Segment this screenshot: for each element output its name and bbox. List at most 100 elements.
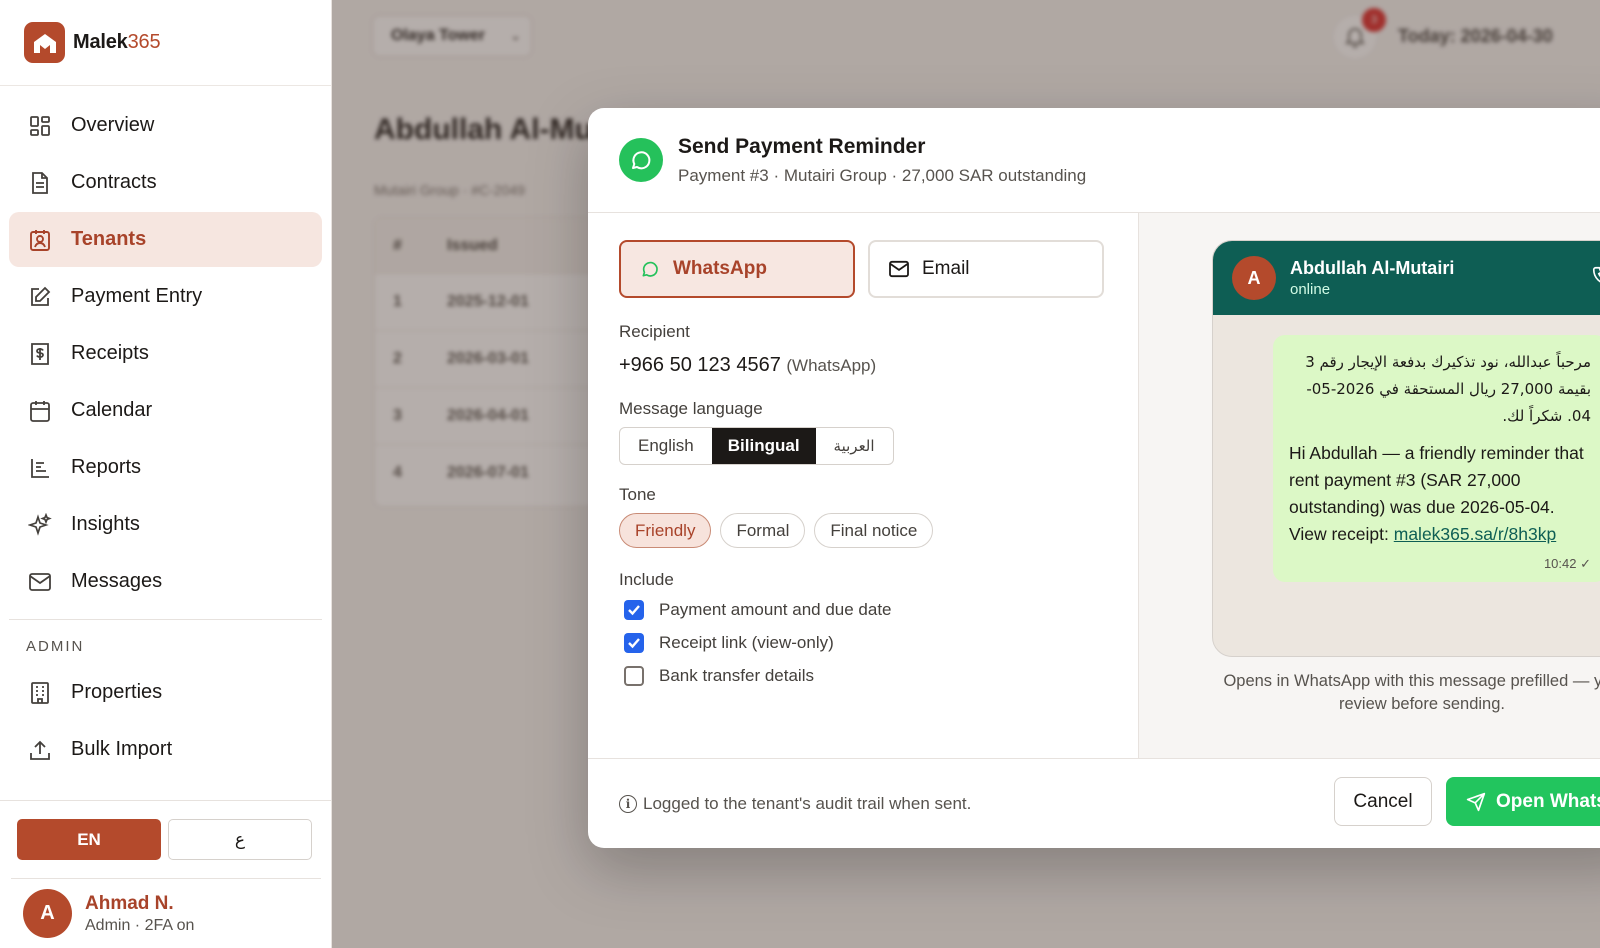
user-name: Ahmad N. <box>85 892 174 914</box>
lang-en-button[interactable]: EN <box>17 819 161 860</box>
message-english: Hi Abdullah — a friendly reminder that r… <box>1289 440 1591 548</box>
edit-icon <box>27 284 53 310</box>
sidebar-item-reports[interactable]: Reports <box>9 440 322 495</box>
grid-icon <box>27 113 53 139</box>
brand-name-accent: 365 <box>127 31 161 53</box>
whatsapp-icon <box>639 258 661 280</box>
checkbox-label: Payment amount and due date <box>659 600 892 619</box>
sidebar-item-tenants[interactable]: Tenants <box>9 212 322 267</box>
sidebar-item-label: Messages <box>71 570 163 592</box>
upload-icon <box>27 737 53 763</box>
checkbox-label: Receipt link (view-only) <box>659 633 834 652</box>
sidebar-item-contracts[interactable]: Contracts <box>9 155 322 210</box>
sidebar-item-messages[interactable]: Messages <box>9 554 322 609</box>
whatsapp-preview: A Abdullah Al-Mutairi online مرحباً عبدا… <box>1212 240 1600 657</box>
modal-title: Send Payment Reminder <box>678 134 926 158</box>
contact-name: Abdullah Al-Mutairi <box>1290 258 1455 278</box>
house-logo-icon <box>24 22 65 63</box>
sidebar-item-label: Insights <box>71 513 140 535</box>
sidebar-item-properties[interactable]: Properties <box>9 665 322 720</box>
sidebar-item-label: Tenants <box>71 228 147 250</box>
channel-label: Email <box>922 258 970 279</box>
sparkles-icon <box>27 512 53 538</box>
message-time: 10:42 ✓ <box>1543 556 1591 571</box>
language-option-bilingual[interactable]: Bilingual <box>711 428 816 464</box>
checkbox-unchecked-icon[interactable] <box>624 666 644 686</box>
sidebar-item-label: Calendar <box>71 399 153 421</box>
nav-divider <box>9 619 322 620</box>
sidebar-item-calendar[interactable]: Calendar <box>9 383 322 438</box>
document-icon <box>27 170 53 196</box>
send-reminder-modal: Send Payment Reminder Payment #3 · Mutai… <box>588 108 1600 848</box>
tone-option-formal[interactable]: Formal <box>720 513 806 548</box>
phone-icon <box>1591 265 1600 292</box>
cancel-button[interactable]: Cancel <box>1334 777 1432 826</box>
sidebar-item-bulk-import[interactable]: Bulk Import <box>9 722 322 777</box>
sidebar-item-overview[interactable]: Overview <box>9 98 322 153</box>
calendar-icon <box>27 398 53 424</box>
admin-nav: Properties Bulk Import <box>0 665 331 777</box>
avatar: A <box>23 889 72 938</box>
modal-header: Send Payment Reminder Payment #3 · Mutai… <box>588 108 1600 213</box>
include-label: Include <box>619 570 674 589</box>
recipient-label: Recipient <box>619 322 690 341</box>
id-badge-icon <box>27 227 53 253</box>
modal-footer: i Logged to the tenant's audit trail whe… <box>588 758 1600 848</box>
channel-email-button[interactable]: Email <box>868 240 1104 298</box>
sidebar-item-payment-entry[interactable]: Payment Entry <box>9 269 322 324</box>
sidebar-item-label: Properties <box>71 681 163 703</box>
checkbox-checked-icon[interactable] <box>624 600 644 620</box>
message-arabic: مرحباً عبدالله، نود تذكيرك بدفعة الإيجار… <box>1305 353 1591 425</box>
language-option-arabic[interactable]: العربية <box>816 428 893 464</box>
audit-note: i Logged to the tenant's audit trail whe… <box>619 794 971 814</box>
lang-ar-button[interactable]: ع <box>168 819 312 860</box>
bar-chart-icon <box>27 455 53 481</box>
brand-name: Malek365 <box>73 31 161 54</box>
include-payment-amount[interactable]: Payment amount and due date <box>619 600 1107 620</box>
brand[interactable]: Malek365 <box>0 0 331 86</box>
message-bubble: مرحباً عبدالله، نود تذكيرك بدفعة الإيجار… <box>1273 335 1600 582</box>
chat-header: A Abdullah Al-Mutairi online <box>1213 241 1600 315</box>
user-profile[interactable]: A Ahmad N. Admin · 2FA on <box>0 879 332 938</box>
checkbox-label: Bank transfer details <box>659 666 814 685</box>
modal-body: WhatsApp Email Recipient +966 50 123 456… <box>588 213 1600 758</box>
tone-selector: Friendly Formal Final notice <box>619 513 1107 548</box>
brand-name-main: Malek <box>73 31 128 53</box>
mail-icon <box>888 258 910 280</box>
sidebar-item-label: Reports <box>71 456 142 478</box>
sidebar-item-label: Receipts <box>71 342 149 364</box>
preview-note: Opens in WhatsApp with this message pref… <box>1223 672 1600 713</box>
contact-avatar: A <box>1232 256 1276 300</box>
include-options: Payment amount and due date Receipt link… <box>619 600 1107 686</box>
message-preview-pane: A Abdullah Al-Mutairi online مرحباً عبدا… <box>1138 213 1600 758</box>
sidebar-item-insights[interactable]: Insights <box>9 497 322 552</box>
whatsapp-icon <box>619 138 663 182</box>
admin-section-label: ADMIN <box>26 638 85 655</box>
checkbox-checked-icon[interactable] <box>624 633 644 653</box>
language-segmented-control: English Bilingual العربية <box>619 427 894 465</box>
main-nav: Overview Contracts Tenants Payment Entry… <box>0 86 331 609</box>
channel-whatsapp-button[interactable]: WhatsApp <box>619 240 855 298</box>
modal-subtitle: Payment #3 · Mutairi Group · 27,000 SAR … <box>678 165 1087 185</box>
sidebar-item-receipts[interactable]: Receipts <box>9 326 322 381</box>
include-bank-details[interactable]: Bank transfer details <box>619 666 1107 686</box>
recipient-phone: +966 50 123 4567 <box>619 354 781 376</box>
open-whatsapp-button[interactable]: Open WhatsApp <box>1446 777 1600 826</box>
user-role: Admin · 2FA on <box>85 916 195 934</box>
tone-option-friendly[interactable]: Friendly <box>619 513 712 548</box>
receipt-link[interactable]: malek365.sa/r/8h3kp <box>1394 524 1556 544</box>
include-receipt-link[interactable]: Receipt link (view-only) <box>619 633 1107 653</box>
channel-label: WhatsApp <box>673 258 767 279</box>
language-option-english[interactable]: English <box>620 428 712 464</box>
sidebar-item-label: Payment Entry <box>71 285 203 307</box>
info-icon: i <box>619 794 637 813</box>
mail-icon <box>27 569 53 595</box>
send-icon <box>1466 792 1486 812</box>
recipient-channel: (WhatsApp) <box>786 356 877 375</box>
sidebar: Malek365 Overview Contracts Tenants Paym… <box>0 0 332 948</box>
recipient-value: +966 50 123 4567 (WhatsApp) <box>619 354 1107 377</box>
sidebar-item-label: Overview <box>71 114 155 136</box>
building-icon <box>27 680 53 706</box>
receipt-icon <box>27 341 53 367</box>
tone-option-final-notice[interactable]: Final notice <box>814 513 934 548</box>
